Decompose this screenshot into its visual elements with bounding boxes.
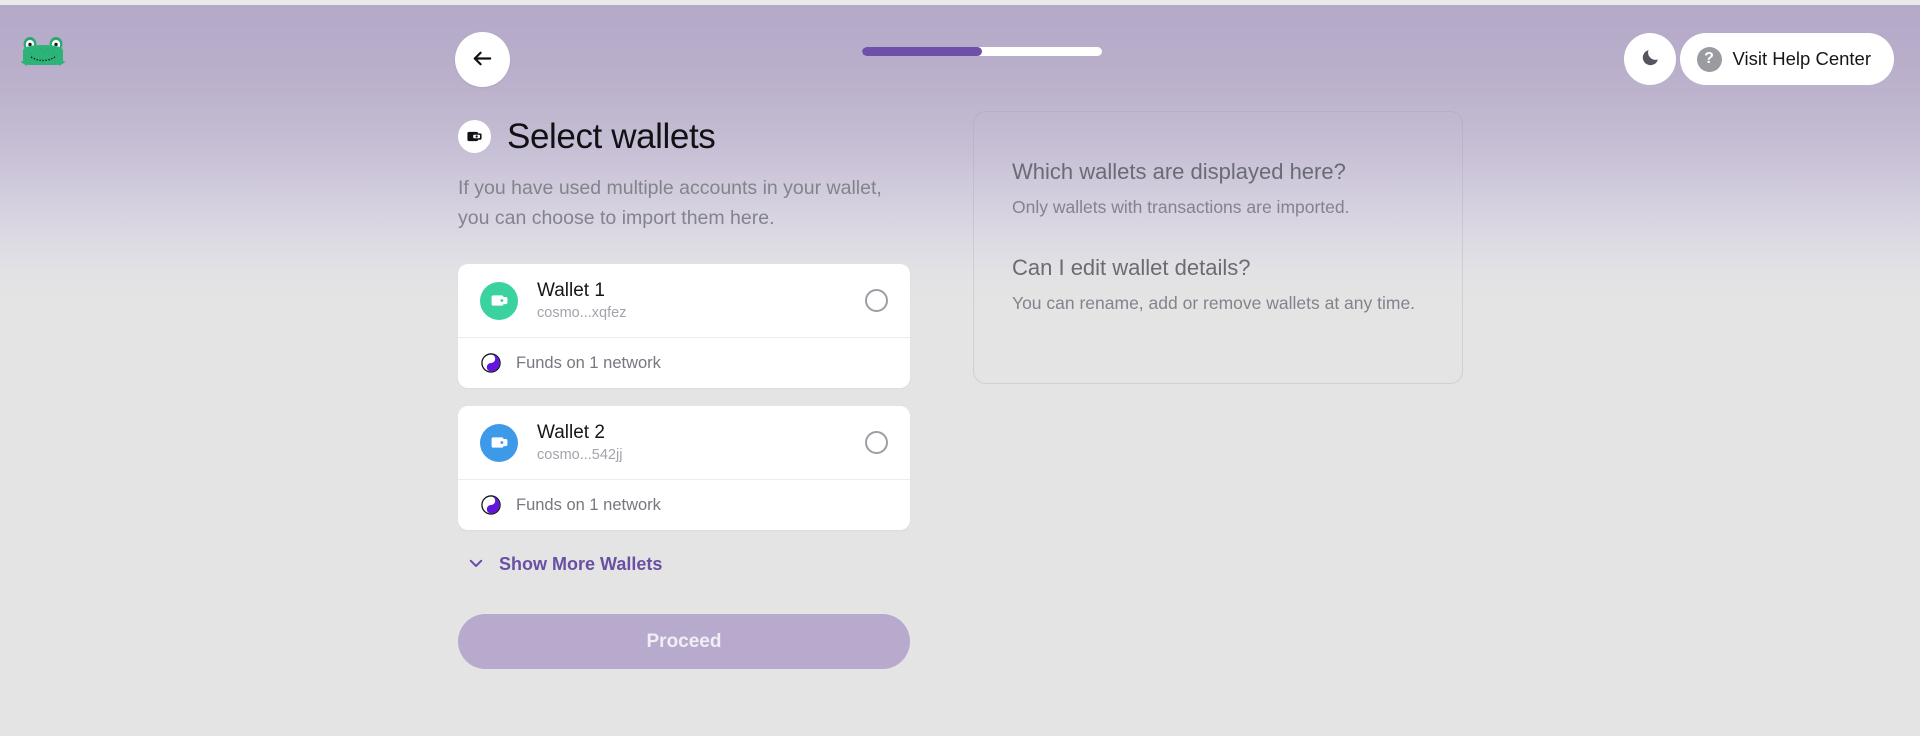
wallet-card[interactable]: Wallet 1 cosmo...xqfez Funds on 1 network	[458, 264, 910, 389]
wallet-text-block: Wallet 2 cosmo...542jj	[537, 421, 865, 465]
faq-item: Can I edit wallet details? You can rename…	[1012, 254, 1424, 318]
dark-mode-toggle-button[interactable]	[1624, 33, 1676, 85]
wallet-card-header[interactable]: Wallet 2 cosmo...542jj	[458, 406, 910, 479]
wallet-avatar-icon	[480, 423, 518, 462]
proceed-button[interactable]: Proceed	[458, 614, 910, 670]
wallet-select-radio[interactable]	[865, 289, 888, 313]
wallet-name: Wallet 1	[537, 279, 605, 301]
faq-question: Can I edit wallet details?	[1012, 254, 1251, 280]
header-bar: ? Visit Help Center	[0, 5, 1920, 95]
wallet-name: Wallet 2	[537, 421, 605, 443]
faq-answer: You can rename, add or remove wallets at…	[1012, 292, 1416, 313]
wallet-avatar-icon	[480, 281, 518, 320]
wallet-network-row: Funds on 1 network	[458, 338, 910, 388]
question-mark-icon: ?	[1696, 46, 1722, 72]
wallet-text-block: Wallet 1 cosmo...xqfez	[537, 279, 865, 323]
frog-logo-icon	[20, 35, 66, 69]
wallet-list: Wallet 1 cosmo...xqfez Funds on 1 network W…	[458, 264, 910, 531]
progress-bar-fill	[862, 47, 982, 56]
network-swirl-icon	[480, 494, 502, 516]
faq-panel: Which wallets are displayed here? Only wa…	[973, 111, 1463, 384]
wallet-address: cosmo...xqfez	[537, 305, 627, 322]
network-swirl-icon	[480, 352, 502, 374]
moon-icon	[1640, 47, 1661, 71]
show-more-wallets-label: Show More Wallets	[499, 554, 663, 575]
show-more-wallets-button[interactable]: Show More Wallets	[467, 548, 662, 581]
visit-help-center-button[interactable]: ? Visit Help Center	[1679, 33, 1894, 85]
wallet-select-radio[interactable]	[865, 431, 888, 455]
page-title-row: Select wallets	[458, 115, 910, 157]
faq-item: Which wallets are displayed here? Only wa…	[1012, 158, 1424, 222]
wallet-icon	[458, 119, 491, 153]
wallet-network-row: Funds on 1 network	[458, 480, 910, 530]
faq-question: Which wallets are displayed here?	[1012, 159, 1346, 184]
page-subtitle: If you have used multiple accounts in yo…	[458, 177, 882, 229]
wallet-address: cosmo...542jj	[537, 447, 623, 464]
arrow-left-icon	[471, 47, 494, 73]
wallet-card[interactable]: Wallet 2 cosmo...542jj Funds on 1 network	[458, 406, 910, 531]
faq-answer: Only wallets with transactions are impor…	[1012, 197, 1350, 218]
chevron-down-icon	[467, 554, 485, 575]
progress-bar	[862, 47, 1102, 56]
page-title: Select wallets	[507, 116, 716, 156]
wallet-selection-panel: Select wallets If you have used multiple…	[458, 115, 910, 670]
network-label: Funds on 1 network	[516, 353, 661, 372]
page-background: ? Visit Help Center Select wallets If yo…	[0, 5, 1920, 736]
network-label: Funds on 1 network	[516, 495, 661, 514]
back-button[interactable]	[455, 32, 510, 87]
wallet-card-header[interactable]: Wallet 1 cosmo...xqfez	[458, 264, 910, 337]
help-button-label: Visit Help Center	[1732, 48, 1871, 69]
